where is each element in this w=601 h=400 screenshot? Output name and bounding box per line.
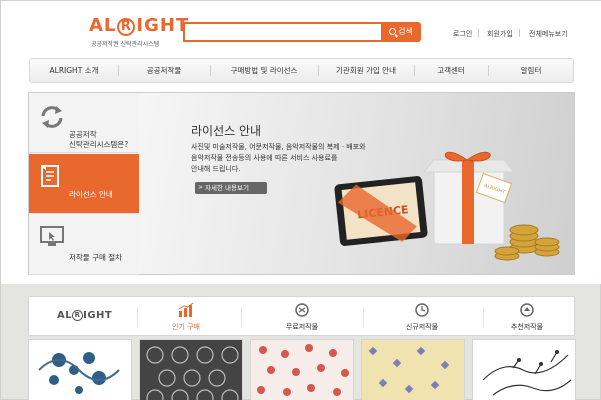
side-item-label: 공공저작	[69, 130, 97, 139]
bar-chart-icon	[178, 303, 194, 317]
tab-free[interactable]: 무료저작물	[247, 297, 357, 335]
main-nav: ALRIGHT 소개 공공저작물 구매방법 및 라이선스 기관회원 가입 안내 …	[29, 58, 574, 83]
work-thumbnail[interactable]	[28, 339, 132, 400]
nav-item-public-works[interactable]: 공공저작물	[122, 59, 206, 82]
nav-item-notice[interactable]: 알림터	[492, 59, 570, 82]
search-icon	[389, 28, 397, 35]
more-details-button[interactable]: 자세한 내용보기	[195, 182, 267, 194]
side-item-label: 신탁관리시스템은?	[69, 140, 129, 149]
tab-label: 추천저작물	[510, 323, 544, 331]
free-icon	[295, 303, 309, 317]
work-thumbnail[interactable]	[361, 339, 465, 400]
side-item-system-intro[interactable]: 공공저작 신탁관리시스템은?	[29, 93, 139, 153]
clock-icon	[415, 303, 429, 317]
lace-pattern-image	[140, 340, 242, 400]
tab-new[interactable]: 신규저작물	[367, 297, 477, 335]
tab-popular[interactable]: 인기 구매	[141, 297, 231, 335]
tab-recommended[interactable]: 추천저작물	[487, 297, 567, 335]
works-tab-bar: AL R IGHT 인기 구매 무료저작물 신규저작물 추천저작물	[28, 296, 575, 336]
monitor-icon	[40, 226, 64, 246]
logo-subtitle: 공공저작권 신탁관리시스템	[91, 41, 160, 48]
site-logo[interactable]: AL R IGHT 공공저작권 신탁관리시스템	[89, 15, 188, 51]
signup-link[interactable]: 회원가입	[487, 29, 513, 39]
license-gift-illustration: ALRIGHT LICENCE	[334, 151, 560, 261]
nav-item-customer-center[interactable]: 고객센터	[418, 59, 484, 82]
login-link[interactable]: 로그인	[453, 29, 472, 39]
full-menu-link[interactable]: 전체메뉴보기	[529, 29, 568, 39]
yellow-pattern-image	[362, 340, 464, 400]
side-item-license[interactable]: 라이선스 안내	[29, 154, 145, 214]
search-input[interactable]	[185, 28, 381, 44]
tabs-logo: AL R IGHT	[57, 310, 113, 321]
page: AL R IGHT 공공저작권 신탁관리시스템 검색 로그인 회원가입 전체메뉴보기…	[0, 0, 601, 400]
work-thumbnail[interactable]	[472, 339, 576, 400]
logo-wordmark: AL R IGHT	[89, 15, 190, 36]
tab-label: 무료저작물	[285, 323, 319, 331]
search-button[interactable]: 검색	[381, 22, 421, 42]
nav-item-about[interactable]: ALRIGHT 소개	[34, 59, 114, 82]
main-banner: 공공저작 신탁관리시스템은? 라이선스 안내 저작물 구매 절차 라이선스 안내…	[28, 92, 575, 275]
work-thumbnail[interactable]	[139, 339, 243, 400]
document-icon	[41, 165, 59, 187]
tab-label: 신규저작물	[405, 323, 439, 331]
tab-label: 인기 구매	[172, 323, 200, 331]
blue-floral-pattern-image	[29, 340, 131, 400]
work-thumbnail[interactable]	[250, 339, 354, 400]
side-item-purchase-steps[interactable]: 저작물 구매 절차	[29, 215, 139, 275]
works-thumbnail-row	[1, 339, 601, 400]
nav-item-member-join[interactable]: 기관회원 가입 안내	[322, 59, 410, 82]
refresh-icon	[41, 106, 63, 128]
banner-side-menu: 공공저작 신탁관리시스템은? 라이선스 안내 저작물 구매 절차	[29, 93, 145, 275]
red-flower-pattern-image	[251, 340, 353, 400]
top-section: AL R IGHT 공공저작권 신탁관리시스템 검색 로그인 회원가입 전체메뉴보기…	[1, 1, 601, 284]
nav-item-purchase-license[interactable]: 구매방법 및 라이선스	[214, 59, 314, 82]
hero-area: 라이선스 안내 사진및 미술저작물, 어문저작물, 음악저작물의 복제 · 배포…	[139, 93, 574, 274]
recommend-icon	[520, 303, 534, 317]
search-box	[183, 22, 381, 44]
side-item-label: 저작물 구매 절차	[69, 253, 123, 262]
hero-title: 라이선스 안내	[191, 124, 262, 138]
ink-branch-pattern-image	[473, 340, 575, 400]
side-item-label: 라이선스 안내	[69, 190, 113, 199]
